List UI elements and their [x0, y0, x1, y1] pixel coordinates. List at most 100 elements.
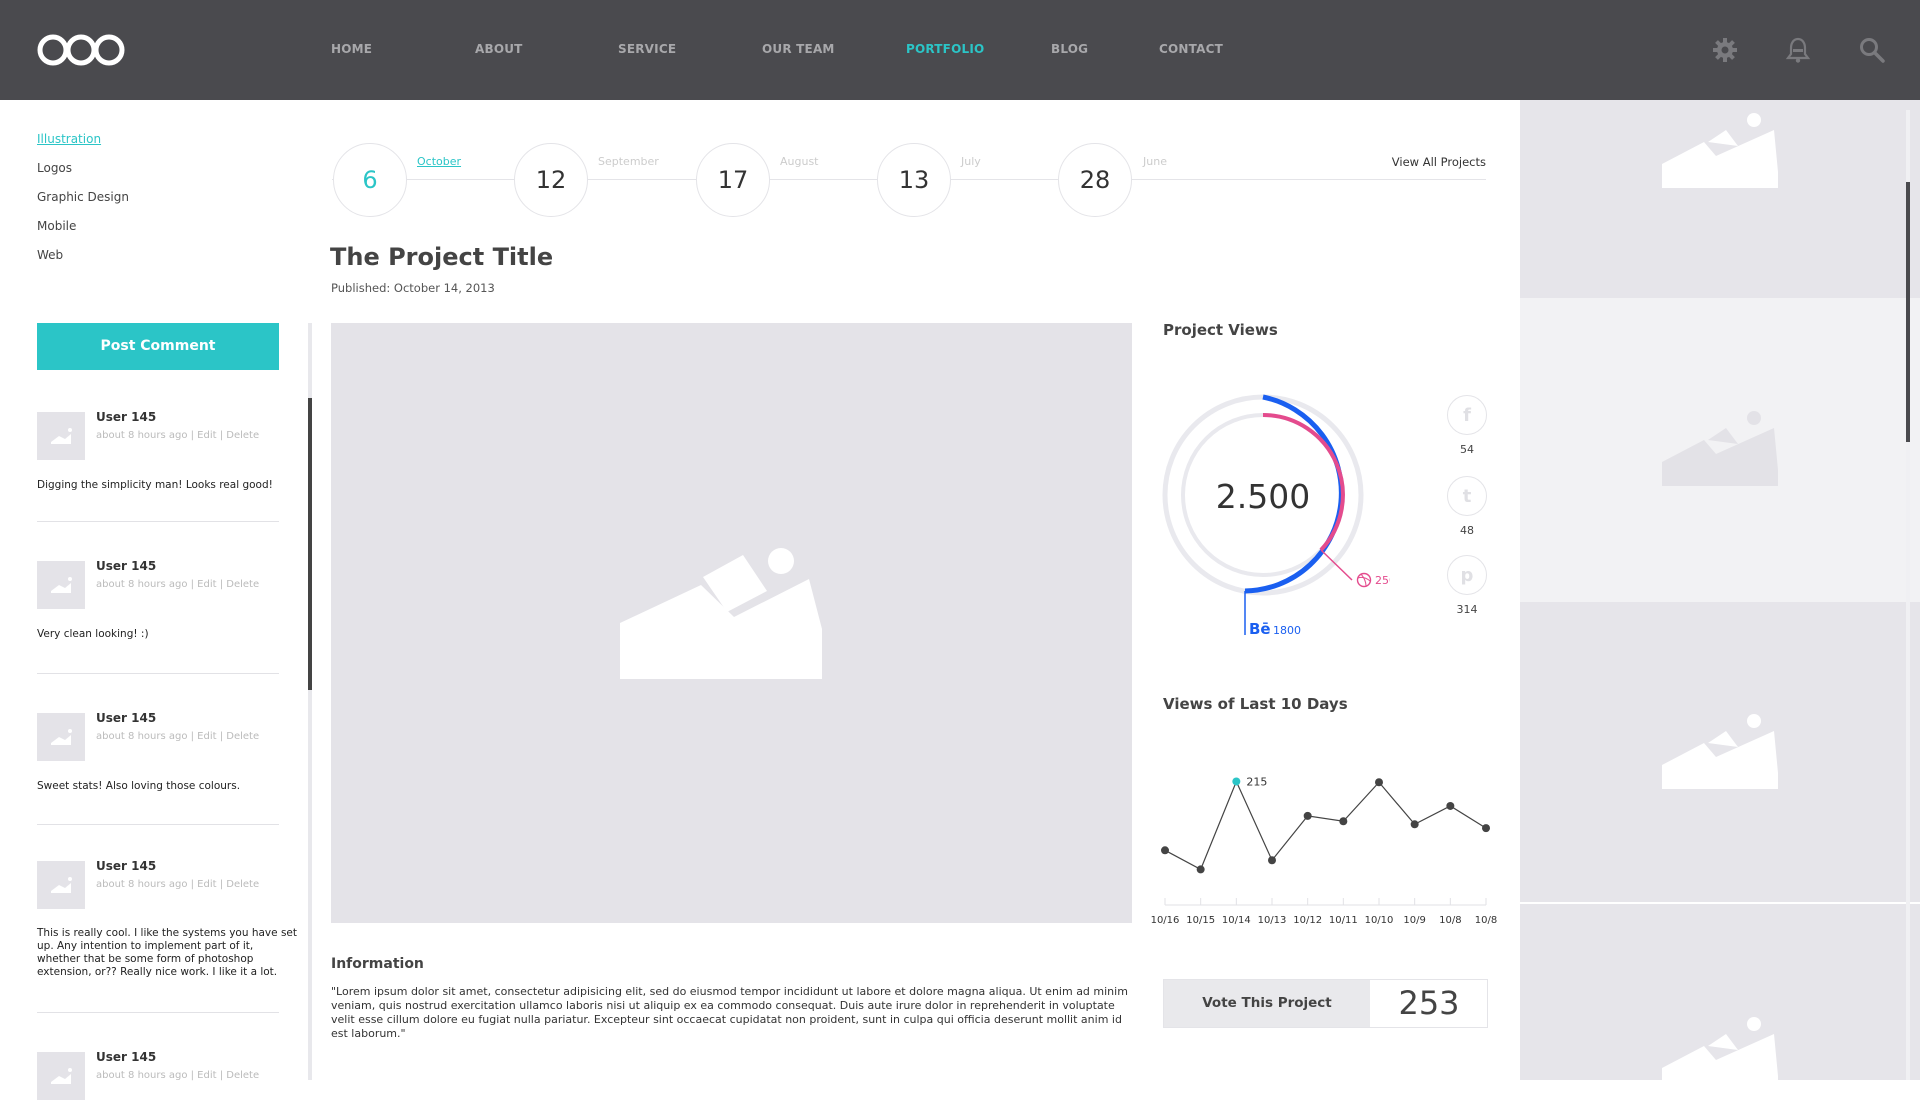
x-tick-label: 10/13 [1258, 915, 1287, 926]
page-scrollbar-thumb[interactable] [1906, 182, 1910, 442]
data-point [1303, 811, 1312, 820]
vote-count: 253 [1398, 984, 1460, 1022]
data-point [1339, 817, 1348, 826]
timeline-day[interactable]: 17 [696, 143, 770, 217]
comment-meta[interactable]: about 8 hours ago | Edit | Delete [96, 731, 259, 742]
nav-blog[interactable]: BLOG [1051, 42, 1088, 56]
image-placeholder-icon [51, 428, 72, 444]
data-point [1482, 824, 1490, 833]
views-line-chart: 10/16 10/15 10/14 10/13 10/12 10/11 10/10 10/9 1… [1151, 775, 1498, 926]
image-placeholder-icon [1662, 113, 1778, 188]
x-tick-label: 10/8 [1439, 915, 1461, 926]
twitter-stat[interactable]: t 48 [1447, 476, 1487, 537]
comment-meta[interactable]: about 8 hours ago | Edit | Delete [96, 430, 259, 441]
search-icon[interactable] [1858, 36, 1886, 64]
x-tick-label: 10/16 [1151, 915, 1180, 926]
comment-user[interactable]: User 145 [96, 711, 156, 725]
comment-divider [37, 521, 279, 522]
timeline-month[interactable]: October [417, 155, 461, 168]
data-point [1161, 846, 1169, 855]
timeline-day[interactable]: 28 [1058, 143, 1132, 217]
pinterest-stat[interactable]: p 314 [1447, 555, 1487, 616]
x-tick-label: 10/15 [1186, 915, 1215, 926]
image-placeholder-icon [1662, 411, 1778, 486]
gear-icon[interactable] [1711, 36, 1739, 64]
project-image[interactable] [331, 323, 1132, 923]
comment-meta[interactable]: about 8 hours ago | Edit | Delete [96, 1070, 259, 1081]
nav-contact[interactable]: CONTACT [1159, 42, 1223, 56]
facebook-count: 54 [1460, 443, 1474, 456]
timeline-month[interactable]: June [1143, 155, 1167, 168]
comment-user[interactable]: User 145 [96, 410, 156, 424]
comment-meta[interactable]: about 8 hours ago | Edit | Delete [96, 879, 259, 890]
bell-icon[interactable] [1784, 36, 1812, 64]
twitter-count: 48 [1460, 524, 1474, 537]
timeline-day[interactable]: 12 [514, 143, 588, 217]
comment-text: Digging the simplicity man! Looks real g… [37, 479, 273, 491]
total-views-value: 2.500 [1216, 477, 1310, 516]
related-project-thumbnail[interactable] [1520, 298, 1920, 602]
timeline-month[interactable]: September [598, 155, 659, 168]
image-placeholder-icon [51, 577, 72, 593]
category-list: Illustration Logos Graphic Design Mobile… [37, 132, 129, 277]
information-text: "Lorem ipsum dolor sit amet, consectetur… [331, 985, 1128, 1040]
image-placeholder-icon [1662, 1017, 1778, 1092]
pinterest-icon[interactable]: p [1447, 555, 1487, 595]
image-placeholder-icon [51, 729, 72, 745]
category-logos[interactable]: Logos [37, 161, 129, 190]
related-project-thumbnail[interactable] [1520, 602, 1920, 902]
category-graphic-design[interactable]: Graphic Design [37, 190, 129, 219]
comment-user[interactable]: User 145 [96, 1050, 156, 1064]
behance-value: 1800 [1273, 624, 1301, 637]
image-placeholder-icon [51, 877, 72, 893]
comment-text: This is really cool. I like the systems … [37, 927, 297, 978]
main-nav: HOME ABOUT SERVICE OUR TEAM PORTFOLIO BL… [0, 0, 1300, 100]
facebook-stat[interactable]: f 54 [1447, 395, 1487, 456]
avatar [37, 713, 85, 761]
avatar [37, 561, 85, 609]
data-point [1375, 778, 1383, 787]
views-series-line [1164, 779, 1487, 871]
comment-divider [37, 673, 279, 674]
nav-our-team[interactable]: OUR TEAM [762, 42, 835, 56]
view-all-projects-link[interactable]: View All Projects [1392, 155, 1486, 169]
timeline-day[interactable]: 6 [333, 143, 407, 217]
nav-service[interactable]: SERVICE [618, 42, 676, 56]
facebook-icon[interactable]: f [1447, 395, 1487, 435]
comment-divider [37, 824, 279, 825]
page-title: The Project Title [330, 243, 554, 271]
vote-project-button[interactable]: Vote This Project [1164, 980, 1370, 1027]
data-point [1268, 856, 1276, 865]
x-tick-label: 10/11 [1329, 915, 1358, 926]
project-views-donut-chart: 2.500 Bē 1800 250 [1162, 394, 1390, 638]
comment-user[interactable]: User 145 [96, 559, 156, 573]
image-placeholder-icon [620, 548, 822, 679]
post-comment-button[interactable]: Post Comment [37, 323, 279, 370]
twitter-icon[interactable]: t [1447, 476, 1487, 516]
image-placeholder-icon [51, 1068, 72, 1084]
comments-scrollbar-thumb[interactable] [308, 398, 312, 690]
x-tick-label: 10/10 [1365, 915, 1394, 926]
category-mobile[interactable]: Mobile [37, 219, 129, 248]
x-tick-label: 10/8 [1475, 915, 1497, 926]
comment-meta[interactable]: about 8 hours ago | Edit | Delete [96, 579, 259, 590]
nav-portfolio[interactable]: PORTFOLIO [906, 42, 984, 56]
data-label: 215 [1246, 775, 1267, 788]
published-date: Published: October 14, 2013 [331, 281, 495, 295]
timeline-month[interactable]: August [780, 155, 819, 168]
nav-home[interactable]: HOME [331, 42, 372, 56]
related-project-thumbnail[interactable] [1520, 904, 1920, 1092]
category-illustration[interactable]: Illustration [37, 132, 129, 161]
related-project-thumbnail[interactable] [1520, 100, 1920, 298]
project-views-title: Project Views [1163, 321, 1278, 339]
category-web[interactable]: Web [37, 248, 129, 277]
nav-about[interactable]: ABOUT [475, 42, 523, 56]
comment-text: Sweet stats! Also loving those colours. [37, 780, 241, 792]
data-point [1446, 801, 1455, 810]
timeline-day[interactable]: 13 [877, 143, 951, 217]
x-tick-label: 10/14 [1222, 915, 1251, 926]
data-point [1410, 820, 1419, 829]
timeline-month[interactable]: July [961, 155, 981, 168]
comment-user[interactable]: User 145 [96, 859, 156, 873]
image-placeholder-icon [1662, 714, 1778, 789]
